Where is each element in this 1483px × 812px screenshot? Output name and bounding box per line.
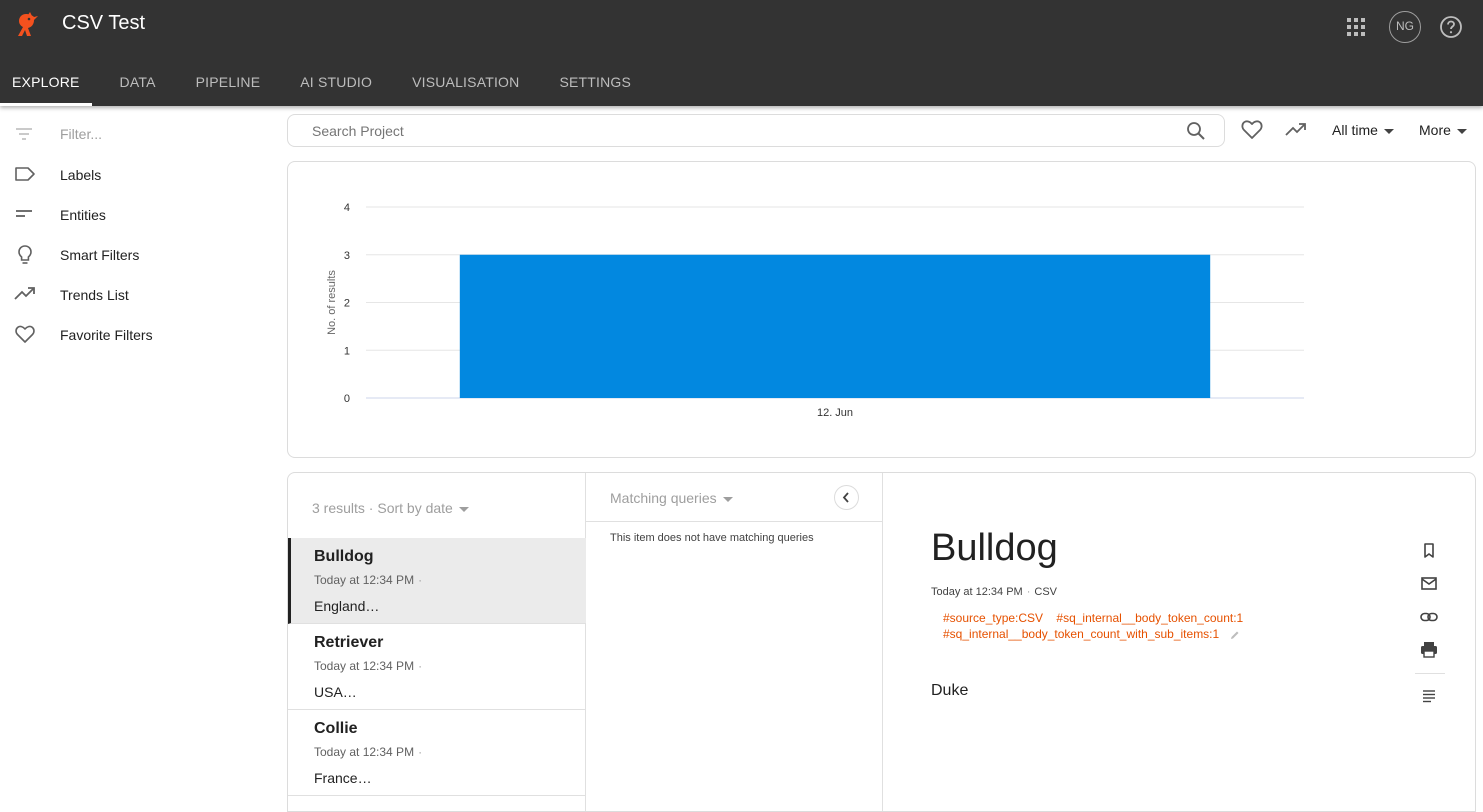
tag-link[interactable]: #sq_internal__body_token_count:1 [1056,611,1243,625]
sidebar-item-labels[interactable]: Labels [14,164,264,188]
divider [1415,673,1445,674]
y-tick-label: 3 [344,250,350,262]
y-axis-label: No. of results [326,270,338,335]
user-avatar[interactable]: NG [1389,11,1421,43]
sidebar-item-favorite-filters[interactable]: Favorite Filters [14,324,264,348]
lightbulb-icon [18,245,32,264]
more-dropdown[interactable]: More [1419,122,1467,138]
time-range-label: All time [1332,122,1378,138]
sidebar: Filter... Labels Entities Smart Filters … [0,106,280,812]
main-tabs: EXPLORE DATA PIPELINE AI STUDIO VISUALIS… [0,62,659,106]
result-item[interactable]: Retriever Today at 12:34 PM · USA… [288,624,586,710]
edit-pencil-icon[interactable] [1229,629,1241,641]
time-range-dropdown[interactable]: All time [1332,122,1394,138]
item-tags: #source_type:CSV #sq_internal__body_toke… [943,610,1263,642]
divider [586,521,883,522]
chart-bar [459,254,1211,398]
results-histogram: 0 1 2 3 4 12. Jun No. of results [326,202,1304,419]
result-time: Today at 12:34 PM · [314,745,423,759]
matching-queries-dropdown[interactable]: Matching queries [610,490,733,506]
app-header: CSV Test NG EXPLORE DATA PIPELINE AI STU… [0,0,1483,106]
tab-settings[interactable]: SETTINGS [547,62,643,106]
item-detail: Bulldog Today at 12:34 PM · CSV #source_ty… [883,473,1475,811]
results-panel: 3 results · Sort by date Bulldog Today a… [287,472,1476,812]
filter-icon [16,128,32,140]
tag-link[interactable]: #source_type:CSV [943,611,1043,625]
heart-icon [15,325,35,343]
help-icon[interactable] [1439,15,1463,39]
link-icon[interactable] [1415,607,1447,627]
result-title: Retriever [314,634,384,651]
result-snippet: USA… [314,684,357,700]
results-summary: 3 results · Sort by date [312,500,453,516]
sidebar-item-label: Entities [60,207,106,223]
more-label: More [1419,122,1451,138]
item-body: Duke [931,682,969,699]
sidebar-item-label: Smart Filters [60,247,140,263]
sidebar-item-label: Labels [60,167,102,183]
results-histogram-card: 0 1 2 3 4 12. Jun No. of results [287,161,1476,458]
label-icon [15,167,35,181]
search-input[interactable]: Search Project [287,114,1225,147]
tab-pipeline[interactable]: PIPELINE [184,62,273,106]
y-tick-label: 4 [344,202,350,214]
chevron-down-icon [1383,128,1394,134]
squirro-logo-icon[interactable] [12,10,40,38]
text-view-icon[interactable] [1415,686,1447,706]
result-snippet: England… [314,598,380,614]
chevron-down-icon [722,496,733,502]
app-title: CSV Test [62,12,145,34]
collapse-panel-button[interactable] [834,485,859,510]
sidebar-item-label: Favorite Filters [60,327,153,343]
item-meta: Today at 12:34 PM · CSV [931,586,1058,598]
trending-up-icon [14,287,35,300]
favorite-heart-icon[interactable] [1240,118,1264,142]
results-list: 3 results · Sort by date Bulldog Today a… [288,473,586,811]
result-time: Today at 12:34 PM · [314,659,423,673]
result-snippet: France… [314,770,372,786]
matching-queries-label: Matching queries [610,490,717,506]
y-tick-label: 2 [344,298,350,310]
sidebar-item-label: Trends List [60,287,129,303]
y-tick-label: 0 [344,393,350,405]
print-icon[interactable] [1415,640,1447,660]
entities-icon [16,210,32,217]
tab-visualisation[interactable]: VISUALISATION [400,62,531,106]
result-item[interactable]: Collie Today at 12:34 PM · France… [288,710,586,796]
matching-queries-panel: Matching queries This item does not have… [586,473,883,811]
item-time: Today at 12:34 PM [931,586,1023,598]
sidebar-item-smart-filters[interactable]: Smart Filters [14,244,264,268]
result-time: Today at 12:34 PM · [314,573,423,587]
email-icon[interactable] [1415,574,1447,594]
trending-up-icon[interactable] [1284,118,1308,142]
chevron-down-icon [458,506,469,512]
item-title: Bulldog [931,527,1058,569]
tab-ai-studio[interactable]: AI STUDIO [288,62,384,106]
tab-explore[interactable]: EXPLORE [0,62,92,106]
filter-input[interactable]: Filter... [60,126,102,142]
result-title: Bulldog [314,548,374,565]
chevron-left-icon [842,492,849,503]
chevron-down-icon [1456,128,1467,134]
tab-data[interactable]: DATA [108,62,168,106]
sidebar-filter[interactable]: Filter... [14,124,102,144]
y-tick-label: 1 [344,345,350,357]
x-tick-label: 12. Jun [817,407,853,419]
tag-link[interactable]: #sq_internal__body_token_count_with_sub_… [943,627,1219,641]
sidebar-item-trends-list[interactable]: Trends List [14,284,264,308]
search-icon[interactable] [1186,121,1206,141]
result-item[interactable]: Bulldog Today at 12:34 PM · England… [288,538,586,624]
sort-dropdown[interactable]: 3 results · Sort by date [312,500,469,516]
search-placeholder: Search Project [312,123,404,139]
bookmark-icon[interactable] [1415,541,1447,561]
result-title: Collie [314,720,358,737]
matching-queries-empty: This item does not have matching queries [610,532,814,544]
item-source: CSV [1034,586,1058,598]
sidebar-item-entities[interactable]: Entities [14,204,264,228]
apps-grid-icon[interactable] [1345,16,1367,38]
